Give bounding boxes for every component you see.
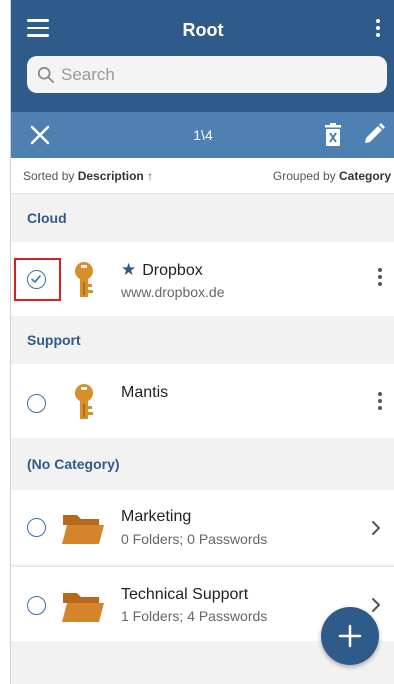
section-header-no-category: (No Category) xyxy=(11,440,394,488)
sorted-by-label: Sorted by xyxy=(23,169,75,183)
item-more-options-icon[interactable] xyxy=(375,392,385,416)
item-name-text: Dropbox xyxy=(142,262,203,279)
list-item-mantis[interactable]: Mantis xyxy=(11,364,394,438)
list-item-marketing[interactable]: Marketing 0 Folders; 0 Passwords xyxy=(11,490,394,564)
favorite-star-icon: ★ xyxy=(121,260,137,279)
item-url: www.dropbox.de xyxy=(121,284,225,300)
chevron-right-icon[interactable] xyxy=(369,597,383,613)
radio-unchecked-icon[interactable] xyxy=(27,394,46,413)
sort-control[interactable]: Sorted by Description ↑ xyxy=(23,169,153,183)
folder-icon xyxy=(62,515,104,544)
item-details: 0 Folders; 0 Passwords xyxy=(121,531,268,547)
section-header-cloud: Cloud xyxy=(11,194,394,242)
folder-icon xyxy=(62,593,104,622)
key-icon xyxy=(75,262,93,297)
list-item-dropbox[interactable]: ★ Dropbox www.dropbox.de xyxy=(11,242,394,316)
key-icon xyxy=(75,384,93,419)
item-name: ★ Dropbox xyxy=(121,260,203,280)
item-name: Marketing xyxy=(121,508,192,525)
sort-group-bar: Sorted by Description ↑ Grouped by Categ… xyxy=(11,158,394,194)
group-field: Category xyxy=(338,169,391,183)
search-icon xyxy=(37,66,55,83)
edit-pencil-icon[interactable] xyxy=(363,123,385,145)
app-screen: Root 1\4 Sorted by xyxy=(10,0,394,684)
search-input[interactable] xyxy=(61,64,361,85)
item-name: Technical Support xyxy=(121,586,249,603)
grouped-by-label: Grouped by xyxy=(272,169,336,183)
page-title: Root xyxy=(182,20,224,40)
radio-unchecked-icon[interactable] xyxy=(27,596,46,615)
radio-unchecked-icon[interactable] xyxy=(27,518,46,537)
sort-direction-arrow-icon: ↑ xyxy=(147,169,154,183)
sort-field: Description xyxy=(77,169,144,183)
chevron-right-icon[interactable] xyxy=(369,520,383,536)
item-more-options-icon[interactable] xyxy=(375,268,385,292)
delete-icon[interactable] xyxy=(323,123,343,147)
section-header-support: Support xyxy=(11,316,394,364)
search-bar[interactable] xyxy=(27,56,387,93)
group-control[interactable]: Grouped by Category xyxy=(273,169,391,183)
item-details: 1 Folders; 4 Passwords xyxy=(121,608,268,624)
selection-toolbar: 1\4 xyxy=(11,112,394,158)
app-header: Root xyxy=(11,0,394,112)
plus-icon xyxy=(338,624,362,648)
add-item-button[interactable] xyxy=(321,607,379,665)
checked-radio-icon[interactable] xyxy=(27,270,46,289)
more-options-icon[interactable] xyxy=(375,19,381,39)
item-name: Mantis xyxy=(121,384,169,401)
